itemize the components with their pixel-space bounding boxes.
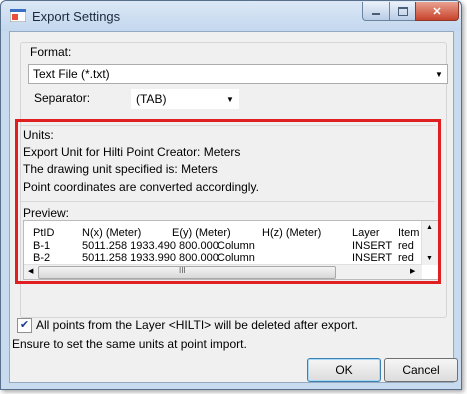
chevron-down-icon: ▼ xyxy=(435,69,443,79)
delete-points-checkbox[interactable]: ✔ xyxy=(17,318,32,333)
separator-label: Separator: xyxy=(34,91,91,105)
highlight-frame xyxy=(15,119,441,284)
format-label: Format: xyxy=(30,45,72,59)
delete-points-label[interactable]: All points from the Layer <HILTI> will b… xyxy=(36,318,358,332)
chevron-down-icon: ▼ xyxy=(226,94,234,104)
units-import-note: Ensure to set the same units at point im… xyxy=(12,337,247,351)
ok-button[interactable]: OK xyxy=(307,358,381,382)
app-icon xyxy=(10,9,26,22)
close-icon: ✕ xyxy=(432,5,442,18)
minimize-button[interactable] xyxy=(362,2,390,21)
export-settings-window: Export Settings ✕ Format: Text File (*.t… xyxy=(0,0,462,390)
format-dropdown[interactable]: Text File (*.txt) ▼ xyxy=(28,64,448,84)
cancel-button[interactable]: Cancel xyxy=(384,358,458,382)
separator-dropdown[interactable]: (TAB) ▼ xyxy=(131,89,239,109)
maximize-icon xyxy=(397,6,408,16)
close-button[interactable]: ✕ xyxy=(415,2,459,21)
window-title: Export Settings xyxy=(32,9,121,24)
minimize-icon xyxy=(372,13,380,15)
title-bar[interactable]: Export Settings ✕ xyxy=(1,1,461,31)
separator-selected-value: (TAB) xyxy=(136,92,167,106)
maximize-button[interactable] xyxy=(389,2,416,21)
format-selected-value: Text File (*.txt) xyxy=(33,67,110,81)
